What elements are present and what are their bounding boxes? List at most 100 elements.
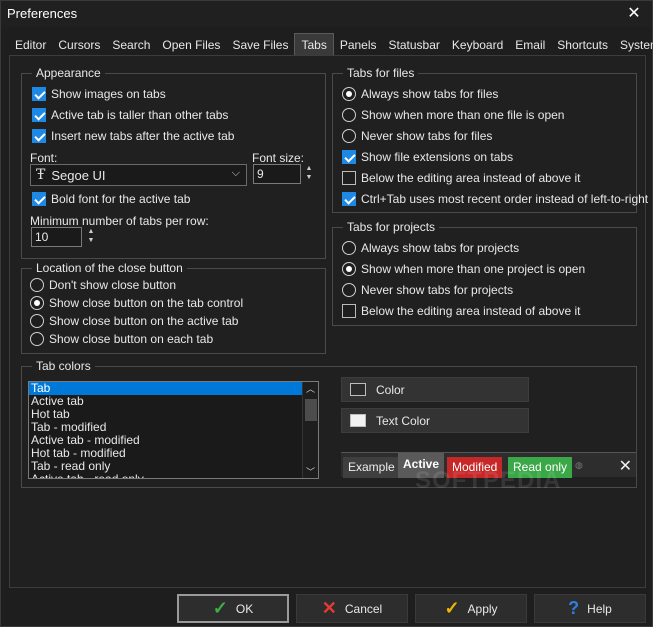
close-button-radio-1[interactable]: Show close button on the tab control bbox=[30, 296, 243, 310]
active-taller-label: Active tab is taller than other tabs bbox=[51, 108, 229, 122]
projects-radio-0[interactable]: Always show tabs for projects bbox=[342, 241, 519, 255]
insert-after-checkbox[interactable]: Insert new tabs after the active tab bbox=[32, 129, 234, 143]
checkbox-checked-icon bbox=[32, 108, 46, 122]
projects-radio-label: Show when more than one project is open bbox=[361, 262, 586, 276]
close-button-radio-label: Don't show close button bbox=[49, 278, 177, 292]
stepper-up-icon[interactable]: ▲ bbox=[86, 227, 96, 236]
close-button-radio-2[interactable]: Show close button on the active tab bbox=[30, 314, 238, 328]
tab-cursors[interactable]: Cursors bbox=[52, 35, 106, 55]
font-size-input[interactable]: 9 bbox=[253, 164, 301, 184]
apply-check-icon: ✓ bbox=[444, 598, 460, 618]
stepper-up-icon[interactable]: ▲ bbox=[304, 164, 314, 173]
files-radio-label: Never show tabs for files bbox=[361, 129, 493, 143]
checkbox-checked-icon bbox=[342, 192, 356, 206]
projects-radio-label: Always show tabs for projects bbox=[361, 241, 520, 255]
projects-radio-1[interactable]: Show when more than one project is open bbox=[342, 262, 585, 276]
apply-button[interactable]: ✓ Apply bbox=[415, 594, 527, 623]
files-radio-1[interactable]: Show when more than one file is open bbox=[342, 108, 564, 122]
scroll-down-icon[interactable]: ﹀ bbox=[306, 465, 315, 478]
show-images-checkbox[interactable]: Show images on tabs bbox=[32, 87, 166, 101]
bold-font-checkbox[interactable]: Bold font for the active tab bbox=[32, 192, 190, 206]
checkbox-checked-icon bbox=[32, 129, 46, 143]
tab-colors-list[interactable]: Tab Active tab Hot tab Tab - modified Active… bbox=[28, 381, 319, 479]
files-radio-label: Show when more than one file is open bbox=[361, 108, 565, 122]
radio-unselected-icon bbox=[30, 332, 44, 346]
files-radio-0[interactable]: Always show tabs for files bbox=[342, 87, 498, 101]
tab-save-files[interactable]: Save Files bbox=[226, 35, 294, 55]
tab-strip: Editor Cursors Search Open Files Save Files T… bbox=[9, 33, 653, 55]
color-button[interactable]: Color bbox=[341, 377, 529, 402]
tab-shortcuts[interactable]: Shortcuts bbox=[551, 35, 614, 55]
min-tabs-stepper[interactable]: ▲ ▼ bbox=[86, 227, 96, 245]
scroll-thumb[interactable] bbox=[305, 399, 317, 421]
preferences-window: Preferences ✕ Editor Cursors Search Open Fi… bbox=[0, 0, 653, 627]
font-label: Font: bbox=[30, 151, 58, 165]
close-icon[interactable]: ✕ bbox=[619, 456, 632, 476]
font-size-label: Font size: bbox=[252, 151, 305, 165]
ok-button[interactable]: ✓ OK bbox=[177, 594, 289, 623]
checkbox-checked-icon bbox=[32, 87, 46, 101]
checkbox-checked-icon bbox=[342, 150, 356, 164]
tab-system[interactable]: System bbox=[614, 35, 653, 55]
checkbox-unchecked-icon bbox=[342, 171, 356, 185]
projects-radio-2[interactable]: Never show tabs for projects bbox=[342, 283, 513, 297]
tabs-for-projects-legend: Tabs for projects bbox=[343, 220, 440, 234]
close-button-legend: Location of the close button bbox=[32, 261, 187, 275]
preview-tab-example: Example bbox=[343, 457, 400, 478]
show-extensions-label: Show file extensions on tabs bbox=[361, 150, 514, 164]
close-icon[interactable]: ✕ bbox=[622, 2, 646, 26]
scroll-up-icon[interactable]: ︿ bbox=[306, 382, 315, 395]
list-scrollbar[interactable]: ︿ ﹀ bbox=[302, 382, 318, 478]
list-item[interactable]: Active tab bbox=[29, 395, 318, 408]
active-taller-checkbox[interactable]: Active tab is taller than other tabs bbox=[32, 108, 228, 122]
color-button-label: Color bbox=[376, 382, 405, 397]
radio-unselected-icon bbox=[30, 278, 44, 292]
help-label: Help bbox=[587, 601, 612, 616]
tab-tabs[interactable]: Tabs bbox=[294, 33, 334, 55]
radio-selected-icon bbox=[342, 262, 356, 276]
cancel-button[interactable]: ✕ Cancel bbox=[296, 594, 408, 623]
watermark: SOFTPEDIA bbox=[415, 467, 562, 494]
files-radio-2[interactable]: Never show tabs for files bbox=[342, 129, 492, 143]
stepper-down-icon[interactable]: ▼ bbox=[86, 236, 96, 245]
min-tabs-value: 10 bbox=[35, 230, 49, 244]
min-tabs-input[interactable]: 10 bbox=[31, 227, 82, 247]
show-extensions-checkbox[interactable]: Show file extensions on tabs bbox=[342, 150, 513, 164]
stepper-down-icon[interactable]: ▼ bbox=[304, 173, 314, 182]
radio-selected-icon bbox=[342, 87, 356, 101]
projects-below-editing-checkbox[interactable]: Below the editing area instead of above … bbox=[342, 304, 580, 318]
font-select-value: Segoe UI bbox=[51, 167, 106, 183]
tab-open-files[interactable]: Open Files bbox=[156, 35, 226, 55]
ctrl-tab-checkbox[interactable]: Ctrl+Tab uses most recent order instead … bbox=[342, 192, 648, 206]
tabs-panel: Appearance Show images on tabs Active ta… bbox=[9, 55, 648, 588]
tab-keyboard[interactable]: Keyboard bbox=[446, 35, 509, 55]
help-button[interactable]: ? Help bbox=[534, 594, 646, 623]
tab-email[interactable]: Email bbox=[509, 35, 551, 55]
radio-unselected-icon bbox=[342, 283, 356, 297]
show-images-label: Show images on tabs bbox=[51, 87, 166, 101]
close-button-radio-label: Show close button on the active tab bbox=[49, 314, 239, 328]
tab-statusbar[interactable]: Statusbar bbox=[383, 35, 446, 55]
tab-search[interactable]: Search bbox=[106, 35, 156, 55]
ok-label: OK bbox=[235, 601, 254, 616]
title-bar: Preferences ✕ bbox=[1, 1, 652, 27]
checkbox-checked-icon bbox=[32, 192, 46, 206]
tab-editor[interactable]: Editor bbox=[9, 35, 52, 55]
tab-panels[interactable]: Panels bbox=[334, 35, 383, 55]
close-button-radio-0[interactable]: Don't show close button bbox=[30, 278, 176, 292]
projects-radio-label: Never show tabs for projects bbox=[361, 283, 514, 297]
list-item[interactable]: Active tab - read only bbox=[29, 473, 318, 479]
text-color-button-label: Text Color bbox=[376, 413, 431, 428]
font-select[interactable]: Ŧ Segoe UI ⌵ bbox=[30, 164, 247, 186]
text-color-button[interactable]: Text Color bbox=[341, 408, 529, 433]
radio-unselected-icon bbox=[342, 129, 356, 143]
close-button-radio-3[interactable]: Show close button on each tab bbox=[30, 332, 213, 346]
color-swatch bbox=[350, 383, 366, 396]
radio-unselected-icon bbox=[342, 241, 356, 255]
font-size-stepper[interactable]: ▲ ▼ bbox=[304, 164, 314, 182]
close-button-radio-label: Show close button on the tab control bbox=[49, 296, 244, 310]
files-below-editing-checkbox[interactable]: Below the editing area instead of above … bbox=[342, 171, 580, 185]
tab-colors-items: Tab Active tab Hot tab Tab - modified Active… bbox=[29, 382, 318, 479]
projects-below-editing-label: Below the editing area instead of above … bbox=[361, 304, 581, 318]
font-size-value: 9 bbox=[257, 167, 264, 181]
